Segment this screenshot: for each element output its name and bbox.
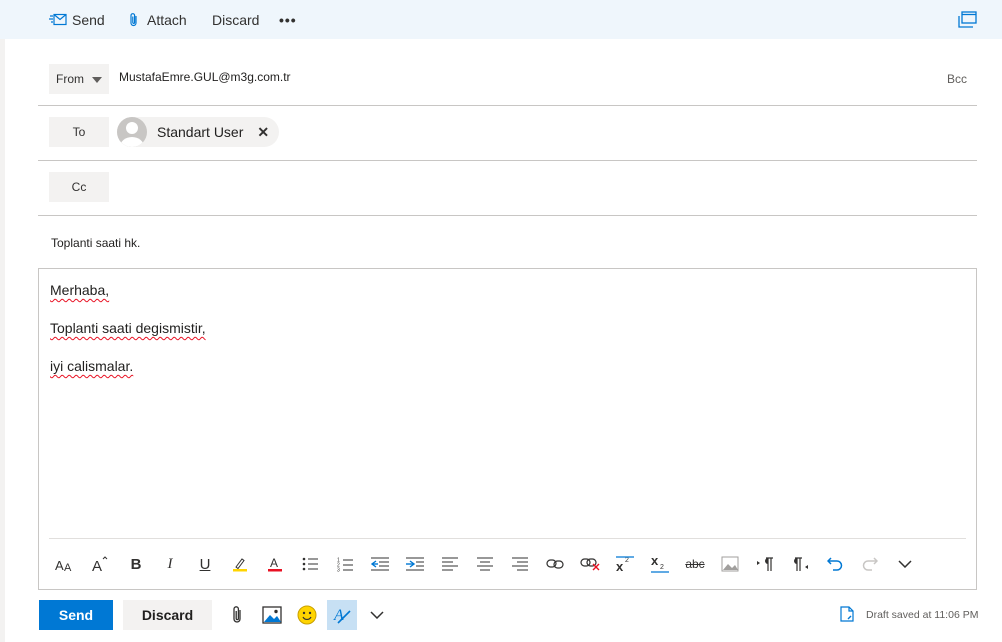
avatar: [117, 117, 147, 147]
remove-recipient-icon[interactable]: ✕: [257, 124, 269, 141]
font-color-icon[interactable]: A: [261, 549, 289, 579]
svg-text:2: 2: [625, 557, 629, 564]
more-actions-chevron-icon[interactable]: [362, 600, 392, 630]
divider: [38, 215, 977, 216]
underline-icon[interactable]: U: [191, 549, 219, 579]
subscript-icon[interactable]: x2: [646, 549, 674, 579]
italic-icon[interactable]: I: [156, 549, 184, 579]
increase-indent-icon[interactable]: [401, 549, 429, 579]
toolbar-send-button[interactable]: Send: [49, 0, 105, 39]
highlight-icon[interactable]: [226, 549, 254, 579]
recipient-name: Standart User: [157, 124, 244, 140]
toolbar-discard-label: Discard: [212, 11, 260, 28]
decrease-indent-icon[interactable]: [366, 549, 394, 579]
insert-picture-icon[interactable]: [257, 600, 287, 630]
svg-text:x: x: [651, 555, 659, 568]
toolbar-attach-label: Attach: [147, 11, 187, 28]
draft-status: Draft saved at 11:06 PM: [840, 605, 979, 625]
svg-text:A: A: [270, 556, 278, 570]
ltr-icon[interactable]: [751, 549, 779, 579]
recipient-chip[interactable]: Standart User ✕: [117, 117, 280, 147]
align-right-icon[interactable]: [506, 549, 534, 579]
toolbar-attach-button[interactable]: Attach: [129, 0, 187, 39]
bullets-icon[interactable]: [296, 549, 324, 579]
from-dropdown-button[interactable]: From: [49, 64, 109, 94]
numbering-icon[interactable]: 123: [331, 549, 359, 579]
bcc-button[interactable]: Bcc: [947, 72, 967, 86]
svg-text:A: A: [64, 562, 72, 572]
send-icon: [49, 13, 72, 27]
svg-text:3: 3: [337, 567, 340, 572]
divider: [38, 160, 977, 161]
ellipsis-icon: •••: [279, 11, 297, 28]
send-button[interactable]: Send: [39, 600, 113, 630]
draft-saved-icon: [840, 605, 866, 625]
svg-text:2: 2: [660, 564, 664, 571]
align-left-icon[interactable]: [436, 549, 464, 579]
chevron-down-icon: [92, 72, 102, 86]
divider: [38, 105, 977, 106]
to-row: To Standart User ✕: [38, 117, 977, 161]
draft-status-text: Draft saved at 11:06 PM: [866, 609, 979, 621]
left-edge: [0, 39, 5, 642]
bold-icon[interactable]: B: [122, 549, 150, 579]
more-options-icon[interactable]: [891, 549, 919, 579]
svg-text:A: A: [55, 558, 64, 572]
more-actions-button[interactable]: •••: [279, 0, 297, 39]
from-row: From MustafaEmre.GUL@m3g.com.tr Bcc: [38, 64, 977, 106]
format-options-icon[interactable]: A: [327, 600, 357, 630]
grow-font-icon[interactable]: A: [86, 549, 114, 579]
from-label: From: [56, 72, 84, 86]
remove-link-icon[interactable]: [576, 549, 604, 579]
command-bar: Send Attach Discard •••: [0, 0, 1002, 39]
emoji-icon[interactable]: [292, 600, 322, 630]
attach-file-icon[interactable]: [222, 600, 252, 630]
body-line: Toplanti saati degismistir,: [50, 320, 206, 336]
paperclip-icon: [129, 12, 147, 28]
redo-icon[interactable]: [856, 549, 884, 579]
discard-button[interactable]: Discard: [123, 600, 212, 630]
font-size-icon[interactable]: AA: [51, 549, 79, 579]
format-toolbar: AA A B I U A 123 x 2 x 2 abc: [39, 549, 976, 579]
insert-link-icon[interactable]: [541, 549, 569, 579]
popout-button[interactable]: [957, 0, 977, 39]
cc-row: Cc: [38, 172, 977, 216]
strikethrough-icon[interactable]: abc: [681, 549, 709, 579]
toolbar-send-label: Send: [72, 11, 105, 28]
message-body-editor[interactable]: Merhaba, Toplanti saati degismistir, iyi…: [38, 268, 977, 590]
undo-icon[interactable]: [821, 549, 849, 579]
insert-image-icon[interactable]: [716, 549, 744, 579]
svg-text:A: A: [92, 558, 102, 572]
align-center-icon[interactable]: [471, 549, 499, 579]
popout-icon: [957, 10, 977, 29]
toolbar-discard-button[interactable]: Discard: [212, 0, 259, 39]
rtl-icon[interactable]: [786, 549, 814, 579]
cc-button[interactable]: Cc: [49, 172, 109, 202]
body-line: Merhaba,: [50, 282, 110, 298]
svg-text:x: x: [616, 559, 624, 572]
format-toolbar-divider: [49, 538, 966, 539]
subject-field[interactable]: Toplanti saati hk.: [51, 236, 140, 250]
superscript-icon[interactable]: x2: [611, 549, 639, 579]
to-button[interactable]: To: [49, 117, 109, 147]
from-address: MustafaEmre.GUL@m3g.com.tr: [119, 70, 291, 84]
body-line: iyi calismalar.: [50, 358, 134, 374]
